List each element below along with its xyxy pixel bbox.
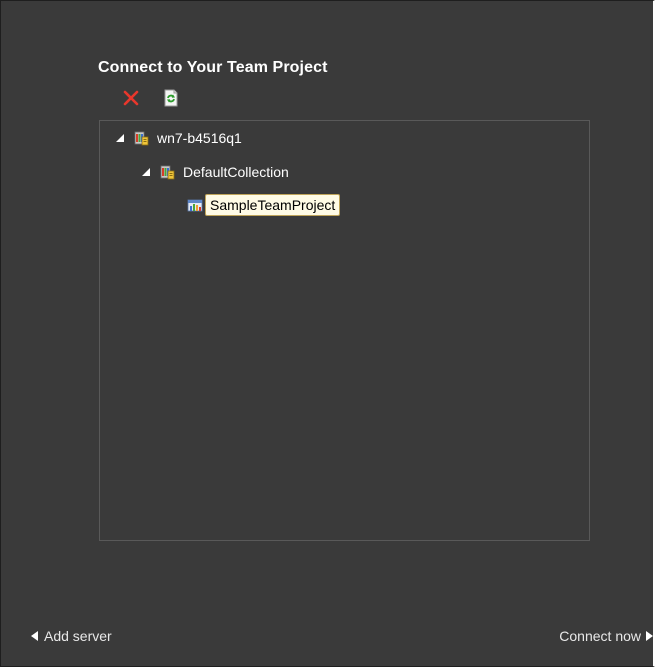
expanded-arrow-icon[interactable] [115,133,125,143]
tree-node-label: SampleTeamProject [205,194,341,216]
project-tree[interactable]: wn7-b4516q1 DefaultCollection SampleTeam… [99,120,590,541]
connect-now-link[interactable]: Connect now [559,627,653,645]
remove-button[interactable] [122,89,142,109]
refresh-icon [164,89,178,107]
tree-node-server[interactable]: wn7-b4516q1 [115,127,242,149]
tree-node-team-project[interactable]: SampleTeamProject [187,192,341,218]
tree-node-label: DefaultCollection [183,164,289,180]
refresh-button[interactable] [162,89,182,109]
add-server-label: Add server [44,628,112,644]
red-x-icon [123,90,139,106]
add-server-link[interactable]: Add server [31,627,112,645]
tree-node-label: wn7-b4516q1 [157,130,242,146]
connect-now-label: Connect now [559,628,641,644]
connect-dialog: Connect to Your Team Project wn7-b4516q1… [0,0,655,667]
server-icon [134,131,149,146]
expanded-arrow-icon[interactable] [141,167,151,177]
tree-node-collection[interactable]: DefaultCollection [141,161,289,183]
collection-icon [160,165,175,180]
forward-arrow-icon [646,631,653,641]
team-project-icon [187,199,203,212]
dialog-title: Connect to Your Team Project [98,59,328,76]
back-arrow-icon [31,631,38,641]
